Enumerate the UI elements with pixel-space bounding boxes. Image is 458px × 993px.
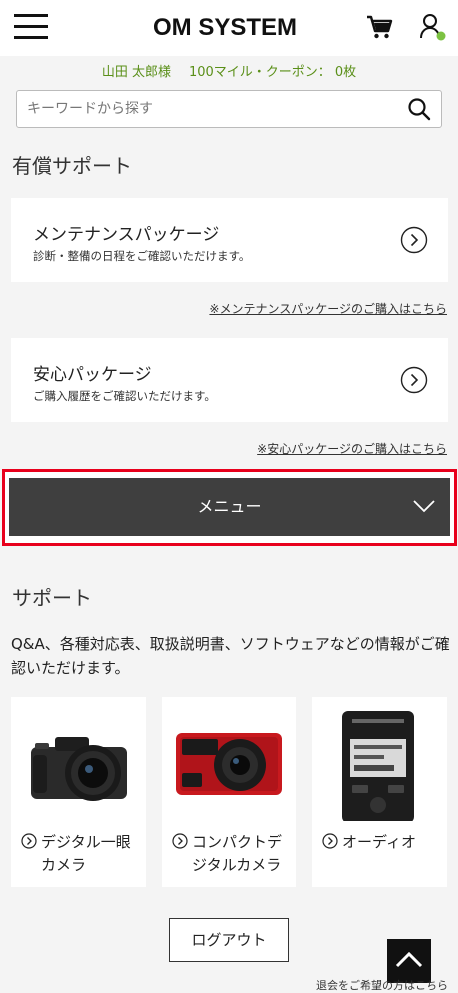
category-label-line1: コンパクトデ bbox=[192, 833, 283, 851]
hamburger-menu-icon[interactable] bbox=[14, 14, 48, 40]
mirrorless-camera-image bbox=[31, 737, 127, 801]
chevron-right-circle-icon bbox=[322, 833, 338, 849]
chevron-right-circle-icon[interactable] bbox=[400, 226, 428, 254]
maintenance-package-purchase-link[interactable]: ※メンテナンスパッケージのご購入はこちら bbox=[209, 300, 447, 317]
brand-logo[interactable]: OM SYSTEM bbox=[130, 14, 320, 42]
card-desc: 診断・整備の日程をご確認いただけます。 bbox=[33, 249, 251, 263]
category-compact-camera[interactable]: コンパクトデ ジタルカメラ bbox=[162, 697, 296, 887]
category-label: コンパクトデ ジタルカメラ bbox=[172, 831, 290, 877]
header: OM SYSTEM bbox=[0, 0, 458, 56]
logout-button[interactable]: ログアウト bbox=[169, 918, 289, 962]
user-icon[interactable] bbox=[418, 12, 446, 42]
chevron-right-circle-icon bbox=[172, 833, 188, 849]
voice-recorder-image bbox=[342, 711, 414, 821]
cart-icon[interactable] bbox=[366, 14, 394, 40]
menu-accordion[interactable]: メニュー bbox=[2, 469, 457, 546]
support-desc: Q&A、各種対応表、取扱説明書、ソフトウェアなどの情報がご確認いただけます。 bbox=[11, 635, 450, 677]
category-label-line1: デジタル一眼 bbox=[41, 833, 131, 851]
compact-camera-image bbox=[176, 733, 282, 795]
search-input[interactable] bbox=[27, 97, 397, 121]
chevron-right-circle-icon bbox=[21, 833, 37, 849]
member-points[interactable]: 100マイル・クーポン： 0枚 bbox=[189, 65, 356, 80]
chevron-right-circle-icon[interactable] bbox=[400, 366, 428, 394]
category-label-line1: オーディオ bbox=[342, 833, 416, 851]
maintenance-package-card[interactable]: メンテナンスパッケージ 診断・整備の日程をご確認いただけます。 bbox=[11, 198, 448, 282]
category-audio[interactable]: オーディオ bbox=[312, 697, 447, 887]
member-name[interactable]: 山田 太郎様 bbox=[102, 65, 171, 80]
card-title: 安心パッケージ bbox=[33, 365, 152, 385]
menu-label: メニュー bbox=[197, 497, 262, 516]
category-label-line2: カメラ bbox=[41, 856, 87, 874]
category-label-line2: ジタルカメラ bbox=[192, 856, 282, 874]
menu-accordion-bar[interactable]: メニュー bbox=[9, 478, 450, 536]
search-box bbox=[16, 90, 442, 128]
chevron-down-icon[interactable] bbox=[412, 498, 436, 514]
anshin-package-card[interactable]: 安心パッケージ ご購入履歴をご確認いただけます。 bbox=[11, 338, 448, 422]
member-info: 山田 太郎様 100マイル・クーポン： 0枚 bbox=[0, 56, 458, 90]
search-icon[interactable] bbox=[407, 97, 431, 121]
card-title: メンテナンスパッケージ bbox=[33, 225, 220, 245]
category-label: オーディオ bbox=[322, 831, 441, 854]
card-desc: ご購入履歴をご確認いただけます。 bbox=[33, 389, 216, 403]
support-title: サポート bbox=[12, 586, 92, 610]
category-digital-camera[interactable]: デジタル一眼 カメラ bbox=[11, 697, 146, 887]
category-label: デジタル一眼 カメラ bbox=[21, 831, 140, 877]
paid-support-title: 有償サポート bbox=[12, 154, 132, 178]
withdraw-link[interactable]: 退会をご希望の方はこちら bbox=[316, 977, 448, 993]
anshin-package-purchase-link[interactable]: ※安心パッケージのご購入はこちら bbox=[257, 440, 447, 457]
